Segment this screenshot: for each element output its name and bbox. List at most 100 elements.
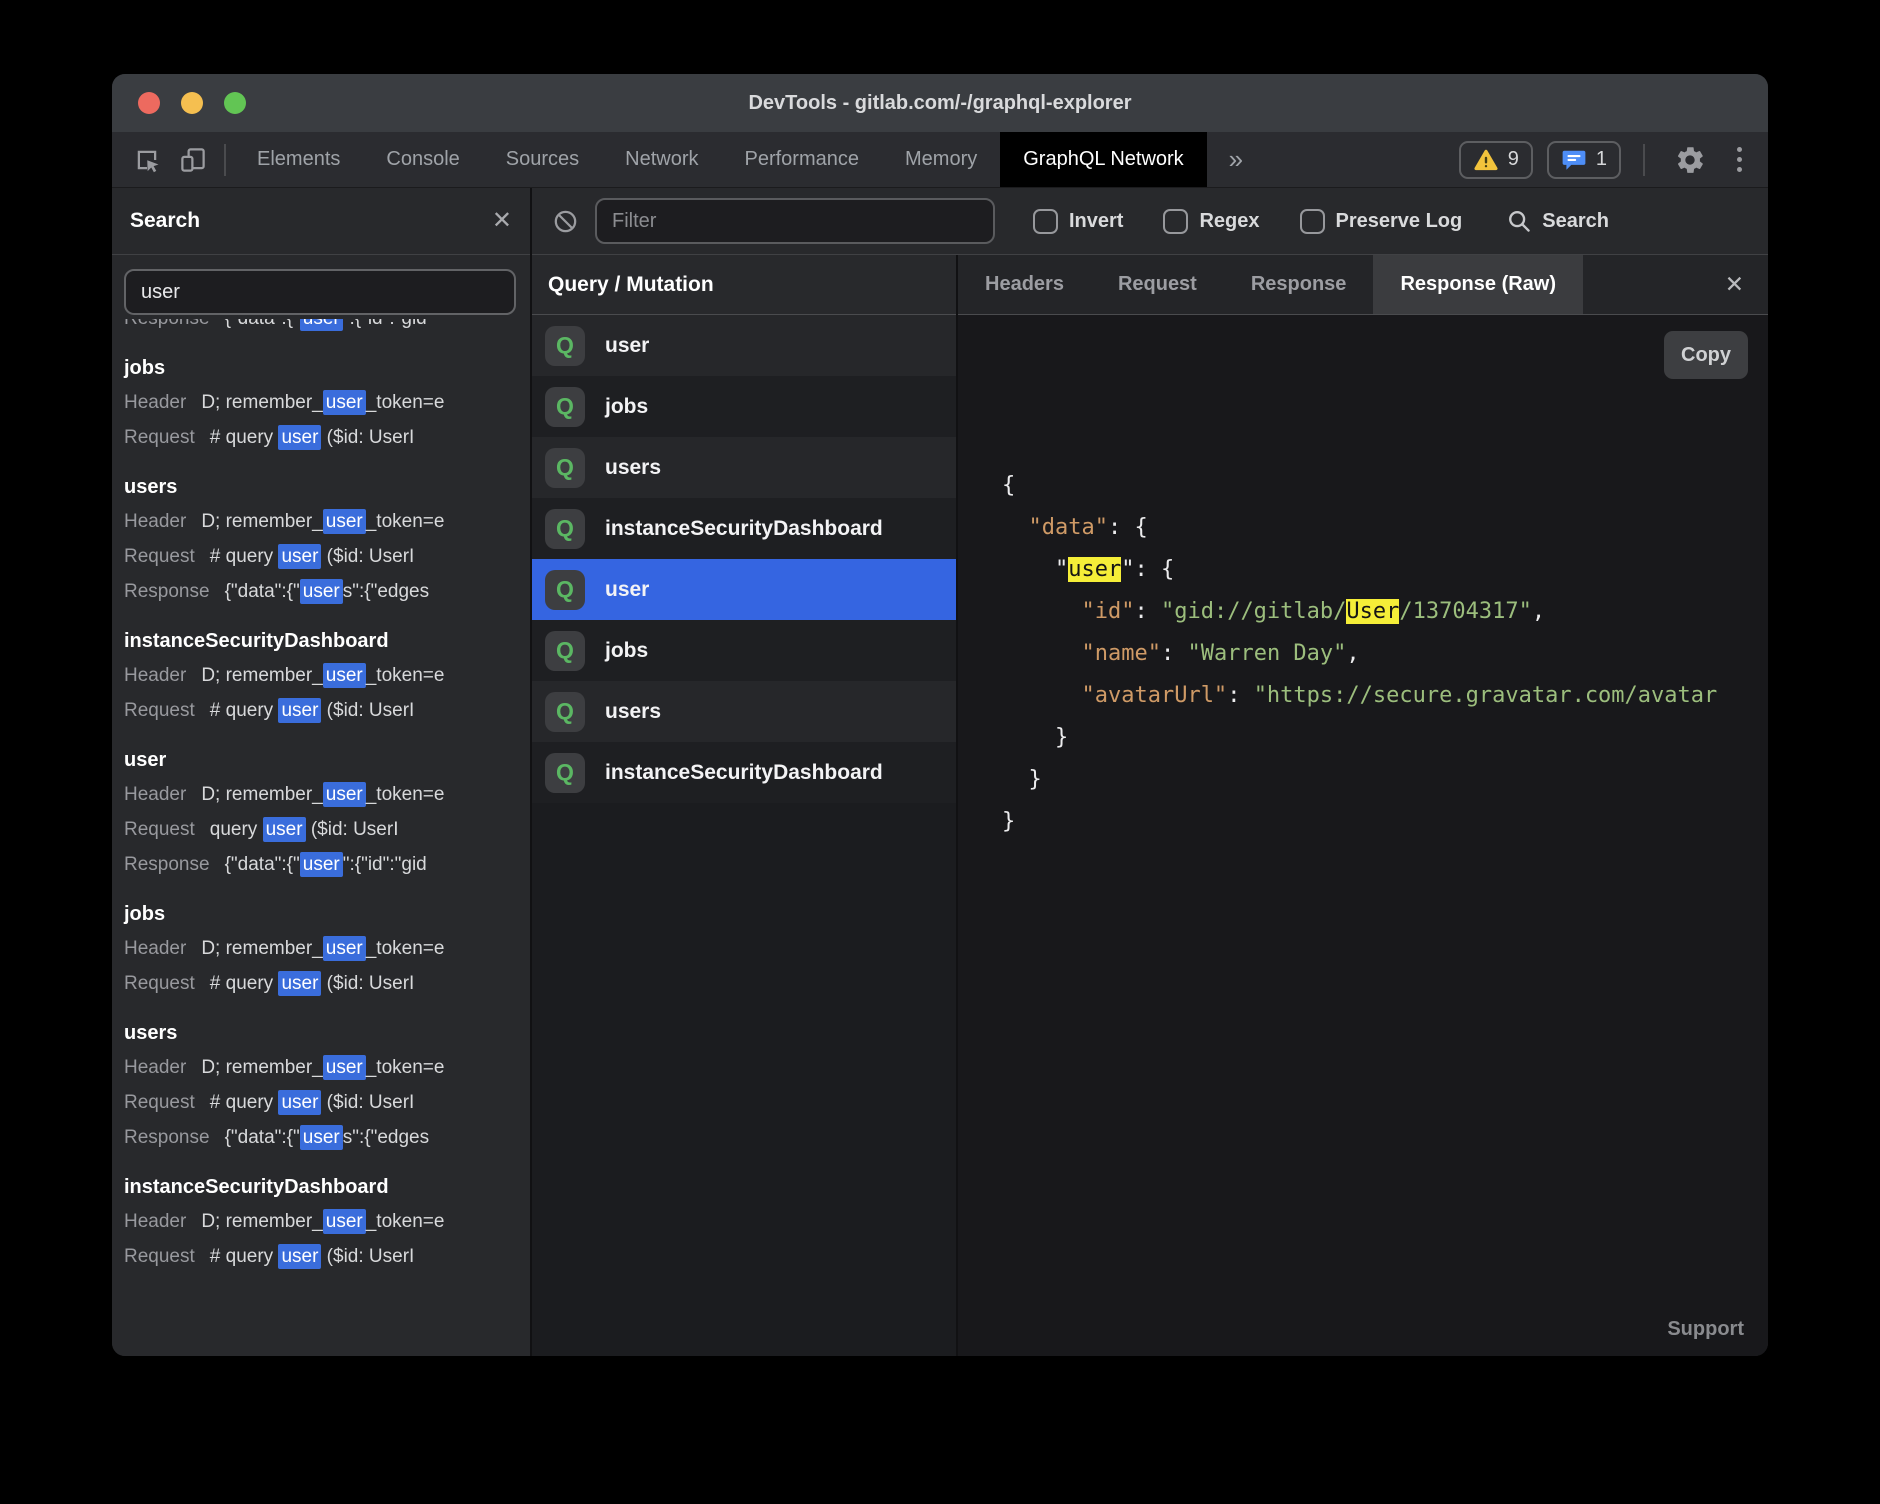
tab-network[interactable]: Network bbox=[602, 132, 721, 187]
devtools-tabs: ElementsConsoleSourcesNetworkPerformance… bbox=[234, 132, 1207, 187]
checkbox-regex[interactable]: Regex bbox=[1163, 209, 1259, 234]
checkbox-invert[interactable]: Invert bbox=[1033, 209, 1123, 234]
issues-badge[interactable]: 1 bbox=[1547, 141, 1621, 179]
details-panel: HeadersRequestResponseResponse (Raw) ✕ C… bbox=[958, 255, 1768, 1356]
search-line-label: Request bbox=[124, 546, 195, 567]
checkbox-box-preserve-log[interactable] bbox=[1300, 209, 1325, 234]
search-result-entry[interactable]: user HeaderD; remember_user_token=e Reques… bbox=[124, 743, 530, 882]
query-row-label: user bbox=[605, 578, 649, 602]
search-result-line: HeaderD; remember_user_token=e bbox=[124, 777, 530, 812]
query-row-user[interactable]: Quser bbox=[532, 315, 956, 376]
query-row-label: users bbox=[605, 700, 661, 724]
tab-sources[interactable]: Sources bbox=[483, 132, 602, 187]
query-row-label: user bbox=[605, 334, 649, 358]
tab-performance[interactable]: Performance bbox=[722, 132, 883, 187]
search-match-highlight: user bbox=[323, 1209, 366, 1234]
search-result-line: Request# query user ($id: UserI bbox=[124, 966, 530, 1001]
tabbar-right-controls: 9 1 bbox=[1459, 132, 1768, 187]
search-result-entry[interactable]: jobsHeaderD; remember_user_token=eReques… bbox=[124, 897, 530, 1001]
json-line: "data": { bbox=[1002, 507, 1768, 549]
copy-button[interactable]: Copy bbox=[1664, 331, 1748, 379]
query-row-users[interactable]: Qusers bbox=[532, 681, 956, 742]
message-icon bbox=[1561, 148, 1587, 172]
tab-graphql-network[interactable]: GraphQL Network bbox=[1000, 132, 1206, 187]
query-row-instancesecuritydashboard[interactable]: QinstanceSecurityDashboard bbox=[532, 742, 956, 803]
network-content: Query / Mutation QuserQjobsQusersQinstan… bbox=[532, 255, 1768, 1356]
search-line-label: Response bbox=[124, 1127, 210, 1148]
settings-gear-icon[interactable] bbox=[1667, 144, 1713, 176]
query-type-icon: Q bbox=[545, 326, 585, 366]
detail-tab-response[interactable]: Response bbox=[1224, 255, 1374, 314]
search-result-entry[interactable]: instanceSecurityDashboardHeaderD; rememb… bbox=[124, 624, 530, 728]
search-line-label: Header bbox=[124, 784, 186, 805]
controls-separator bbox=[1643, 144, 1645, 176]
traffic-lights bbox=[138, 74, 246, 132]
search-result-entry[interactable]: usersHeaderD; remember_user_token=eReque… bbox=[124, 470, 530, 609]
close-window-button[interactable] bbox=[138, 92, 160, 114]
search-match-highlight: user bbox=[323, 663, 366, 688]
search-result-entry[interactable]: jobsHeaderD; remember_user_token=eReques… bbox=[124, 351, 530, 455]
more-tabs-chevron[interactable]: » bbox=[1207, 132, 1265, 187]
query-row-jobs[interactable]: Qjobs bbox=[532, 376, 956, 437]
query-row-jobs[interactable]: Qjobs bbox=[532, 620, 956, 681]
search-match-highlight: user bbox=[300, 852, 343, 877]
checkbox-box-regex[interactable] bbox=[1163, 209, 1188, 234]
clear-requests-icon[interactable] bbox=[552, 208, 579, 235]
query-row-label: instanceSecurityDashboard bbox=[605, 517, 883, 541]
search-line-label: Request bbox=[124, 819, 195, 840]
detail-tab-request[interactable]: Request bbox=[1091, 255, 1224, 314]
query-type-icon: Q bbox=[545, 631, 585, 671]
warning-count: 9 bbox=[1508, 148, 1519, 171]
search-line-label: Request bbox=[124, 427, 195, 448]
query-list-panel: Query / Mutation QuserQjobsQusersQinstan… bbox=[532, 255, 958, 1356]
search-result-line: HeaderD; remember_user_token=e bbox=[124, 658, 530, 693]
search-result-line: Request# query user ($id: UserI bbox=[124, 1085, 530, 1120]
search-panel-header: Search ✕ bbox=[112, 188, 530, 255]
device-toolbar-icon[interactable] bbox=[170, 132, 216, 187]
checkbox-preserve-log[interactable]: Preserve Log bbox=[1300, 209, 1463, 234]
json-line: { bbox=[1002, 465, 1768, 507]
search-match-highlight: user bbox=[323, 1055, 366, 1080]
search-result-line: Request# query user ($id: UserI bbox=[124, 539, 530, 574]
search-result-title: instanceSecurityDashboard bbox=[124, 624, 530, 658]
query-row-users[interactable]: Qusers bbox=[532, 437, 956, 498]
search-result-partial-row[interactable]: Response{"data":{"user":{"id":"gid bbox=[124, 319, 530, 336]
search-match-highlight: user bbox=[278, 698, 321, 723]
filter-input[interactable] bbox=[595, 198, 995, 244]
tab-memory[interactable]: Memory bbox=[882, 132, 1000, 187]
kebab-menu-icon[interactable] bbox=[1727, 147, 1752, 172]
inspect-element-icon[interactable] bbox=[124, 132, 170, 187]
minimize-window-button[interactable] bbox=[181, 92, 203, 114]
search-result-line: HeaderD; remember_user_token=e bbox=[124, 385, 530, 420]
search-icon bbox=[1506, 208, 1532, 234]
search-result-line: HeaderD; remember_user_token=e bbox=[124, 931, 530, 966]
search-input[interactable] bbox=[124, 269, 516, 315]
tab-elements[interactable]: Elements bbox=[234, 132, 363, 187]
details-close-icon[interactable]: ✕ bbox=[1725, 255, 1768, 314]
query-row-user[interactable]: Quser bbox=[532, 559, 956, 620]
search-result-entry[interactable]: usersHeaderD; remember_user_token=eReque… bbox=[124, 1016, 530, 1155]
checkbox-box-invert[interactable] bbox=[1033, 209, 1058, 234]
toolbar-search-button[interactable]: Search bbox=[1506, 208, 1609, 234]
search-line-label: Response bbox=[124, 854, 210, 875]
tab-console[interactable]: Console bbox=[363, 132, 482, 187]
json-response-code: { "data": { "user": { "id": "gid://gitla… bbox=[1002, 465, 1768, 843]
detail-tab-headers[interactable]: Headers bbox=[958, 255, 1091, 314]
search-result-title: jobs bbox=[124, 897, 530, 931]
search-panel-title: Search bbox=[130, 209, 200, 233]
search-result-entry[interactable]: instanceSecurityDashboardHeaderD; rememb… bbox=[124, 1170, 530, 1274]
detail-tab-response-raw[interactable]: Response (Raw) bbox=[1373, 255, 1583, 314]
zoom-window-button[interactable] bbox=[224, 92, 246, 114]
search-result-title: users bbox=[124, 1016, 530, 1050]
network-toolbar: Invert Regex Preserve Log Search bbox=[532, 188, 1768, 255]
support-link[interactable]: Support bbox=[1667, 1318, 1744, 1341]
search-panel-close-icon[interactable]: ✕ bbox=[492, 209, 512, 233]
search-line-label: Request bbox=[124, 700, 195, 721]
search-result-title: instanceSecurityDashboard bbox=[124, 1170, 530, 1204]
warnings-badge[interactable]: 9 bbox=[1459, 141, 1533, 179]
search-line-label: Header bbox=[124, 665, 186, 686]
query-row-instancesecuritydashboard[interactable]: QinstanceSecurityDashboard bbox=[532, 498, 956, 559]
search-result-line: Response{"data":{"users":{"edges bbox=[124, 1120, 530, 1155]
query-row-label: jobs bbox=[605, 395, 648, 419]
search-result-line: Request# query user ($id: UserI bbox=[124, 1239, 530, 1274]
